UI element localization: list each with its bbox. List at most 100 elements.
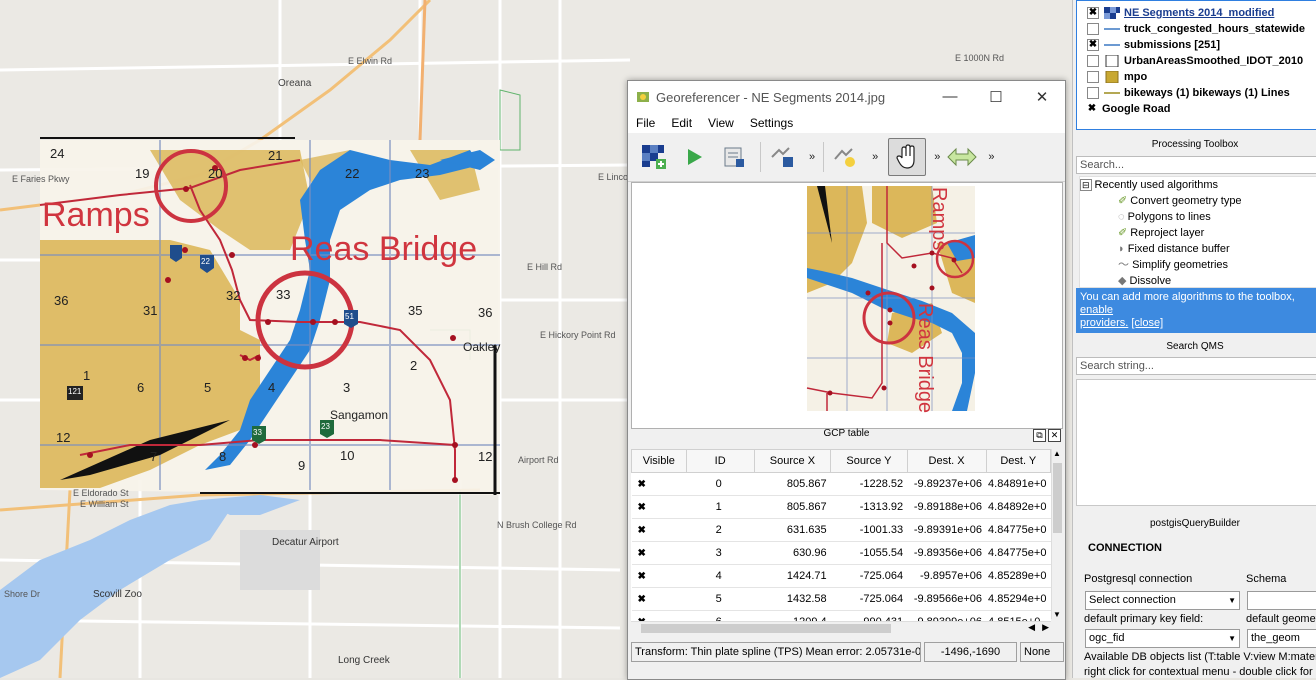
processing-search-input[interactable]: Search...: [1076, 156, 1316, 174]
crs-status[interactable]: None: [1020, 642, 1064, 662]
collapse-icon[interactable]: ⊟: [1080, 179, 1092, 191]
providers-link[interactable]: providers.: [1080, 317, 1128, 329]
georeferencer-window[interactable]: Georeferencer - NE Segments 2014.jpg — ☐…: [627, 80, 1066, 680]
table-row[interactable]: ✖ 4 1424.71 -725.064 -9.8957e+06 4.85289…: [631, 564, 1051, 588]
layer-name: UrbanAreasSmoothed_IDOT_2010: [1124, 55, 1304, 67]
toolbar-overflow-chevron[interactable]: »: [934, 151, 940, 163]
generate-gdal-script-button[interactable]: [716, 139, 752, 175]
georeferencer-canvas[interactable]: Ramps Reas Bridge: [631, 182, 1063, 429]
col-source-y[interactable]: Source Y: [830, 449, 908, 473]
layer-item[interactable]: bikeways (1) bikeways (1) Lines: [1087, 85, 1316, 101]
layer-checkbox[interactable]: [1087, 55, 1099, 67]
layer-name: truck_congested_hours_statewide: [1124, 23, 1305, 35]
layer-checkbox[interactable]: [1087, 23, 1099, 35]
algorithm-tree[interactable]: ⊟ Recently used algorithms ✐ Convert geom…: [1079, 176, 1316, 288]
scroll-up-icon[interactable]: ▲: [1053, 449, 1061, 458]
tree-item[interactable]: ◗ Fixed distance buffer: [1080, 241, 1316, 257]
close-button[interactable]: ✕: [1019, 88, 1065, 106]
menu-view[interactable]: View: [700, 116, 742, 130]
cell-source-x: 1432.58: [754, 587, 831, 611]
gcp-table[interactable]: Visible ID Source X Source Y Dest. X Des…: [631, 449, 1052, 634]
close-link[interactable]: [close]: [1131, 317, 1163, 329]
scroll-thumb[interactable]: [641, 624, 891, 633]
layer-checkbox[interactable]: [1087, 87, 1099, 99]
visible-checkbox[interactable]: ✖: [638, 503, 647, 513]
visible-checkbox[interactable]: ✖: [638, 595, 647, 605]
layer-checkbox[interactable]: ✖: [1087, 7, 1099, 19]
pk-field-select[interactable]: ogc_fid ▼: [1085, 629, 1240, 648]
menu-file[interactable]: File: [628, 116, 663, 130]
tree-item[interactable]: ◆ Dissolve: [1080, 273, 1316, 289]
open-raster-button[interactable]: [636, 139, 672, 175]
float-panel-button[interactable]: ⧉: [1033, 429, 1046, 442]
tree-item[interactable]: ✐ Convert geometry type: [1080, 193, 1316, 209]
menu-edit[interactable]: Edit: [663, 116, 700, 130]
layer-item[interactable]: ✖ Google Road: [1087, 101, 1316, 117]
layer-item[interactable]: mpo: [1087, 69, 1316, 85]
layer-item[interactable]: ✖ NE Segments 2014_modified: [1087, 5, 1316, 21]
layer-item[interactable]: ✖ submissions [251]: [1087, 37, 1316, 53]
add-point-button[interactable]: [828, 139, 864, 175]
visible-checkbox[interactable]: ✖: [638, 480, 647, 490]
georeferencer-titlebar[interactable]: Georeferencer - NE Segments 2014.jpg — ☐…: [628, 81, 1065, 113]
toolbar-overflow-chevron[interactable]: »: [809, 151, 815, 163]
section-number: 36: [478, 305, 493, 320]
section-number: 6: [137, 380, 145, 395]
layer-checkbox[interactable]: ✖: [1087, 39, 1099, 51]
road-airport: Airport Rd: [518, 455, 559, 465]
section-number: 12: [478, 449, 493, 464]
section-number: 20: [208, 166, 223, 181]
minimize-button[interactable]: —: [927, 88, 973, 106]
col-id[interactable]: ID: [685, 449, 755, 473]
layer-checkbox[interactable]: [1087, 71, 1099, 83]
cell-dest-y: 4.84892e+0: [986, 495, 1051, 519]
maximize-button[interactable]: ☐: [973, 88, 1019, 106]
table-row[interactable]: ✖ 0 805.867 -1228.52 -9.89237e+06 4.8489…: [631, 472, 1051, 496]
col-dest-y[interactable]: Dest. Y: [985, 449, 1052, 473]
visible-checkbox[interactable]: ✖: [638, 526, 647, 536]
tree-item[interactable]: 〜 Simplify geometries: [1080, 257, 1316, 273]
schema-select[interactable]: [1247, 591, 1316, 610]
layer-item[interactable]: UrbanAreasSmoothed_IDOT_2010: [1087, 53, 1316, 69]
scroll-right-icon[interactable]: ▶: [1042, 622, 1049, 633]
link-georef-button[interactable]: [944, 139, 980, 175]
pg-connection-select[interactable]: Select connection ▼: [1085, 591, 1240, 610]
layer-checkbox[interactable]: ✖: [1087, 104, 1097, 114]
gcp-vertical-scrollbar[interactable]: ▲ ▼: [1051, 449, 1064, 619]
qms-search-input[interactable]: Search string...: [1076, 357, 1316, 375]
visible-checkbox[interactable]: ✖: [638, 572, 647, 582]
layer-item[interactable]: truck_congested_hours_statewide: [1087, 21, 1316, 37]
tree-item[interactable]: ✐ Reproject layer: [1080, 225, 1316, 241]
pan-hand-icon: [896, 144, 915, 169]
pg-connection-value: Select connection: [1089, 594, 1176, 606]
table-row[interactable]: ✖ 5 1432.58 -725.064 -9.89566e+06 4.8529…: [631, 587, 1051, 611]
transformation-settings-button[interactable]: [765, 139, 801, 175]
geom-field-input[interactable]: the_geom: [1247, 629, 1316, 648]
enable-link[interactable]: enable: [1080, 304, 1113, 316]
section-number: 3: [343, 380, 351, 395]
qms-results-list[interactable]: [1076, 379, 1316, 506]
table-row[interactable]: ✖ 3 630.96 -1055.54 -9.89356e+06 4.84775…: [631, 541, 1051, 565]
close-panel-button[interactable]: ✕: [1048, 429, 1061, 442]
menu-settings[interactable]: Settings: [742, 116, 801, 130]
col-dest-x[interactable]: Dest. X: [906, 449, 987, 473]
tree-group[interactable]: ⊟ Recently used algorithms: [1080, 177, 1316, 193]
layers-panel[interactable]: ✖ NE Segments 2014_modified truck_conges…: [1076, 0, 1316, 130]
toolbar-overflow-chevron[interactable]: »: [872, 151, 878, 163]
table-row[interactable]: ✖ 2 631.635 -1001.33 -9.89391e+06 4.8477…: [631, 518, 1051, 542]
scroll-left-icon[interactable]: ◀: [1028, 622, 1035, 633]
col-source-x[interactable]: Source X: [753, 449, 832, 473]
toolbar-overflow-chevron[interactable]: »: [988, 151, 994, 163]
cell-dest-y: 4.84775e+0: [986, 541, 1051, 565]
start-georeferencing-button[interactable]: [676, 139, 712, 175]
tree-item[interactable]: ◌ Polygons to lines: [1080, 209, 1316, 225]
table-row[interactable]: ✖ 1 805.867 -1313.92 -9.89188e+06 4.8489…: [631, 495, 1051, 519]
col-visible[interactable]: Visible: [631, 449, 687, 473]
scroll-down-icon[interactable]: ▼: [1053, 610, 1061, 619]
gcp-horizontal-scrollbar[interactable]: ◀ ▶: [631, 621, 1051, 636]
line-layer-icon: [1104, 44, 1120, 46]
pg-connection-label: Postgresql connection: [1084, 573, 1193, 585]
pan-button[interactable]: [888, 138, 927, 176]
visible-checkbox[interactable]: ✖: [638, 549, 647, 559]
scroll-thumb[interactable]: [1053, 463, 1062, 533]
